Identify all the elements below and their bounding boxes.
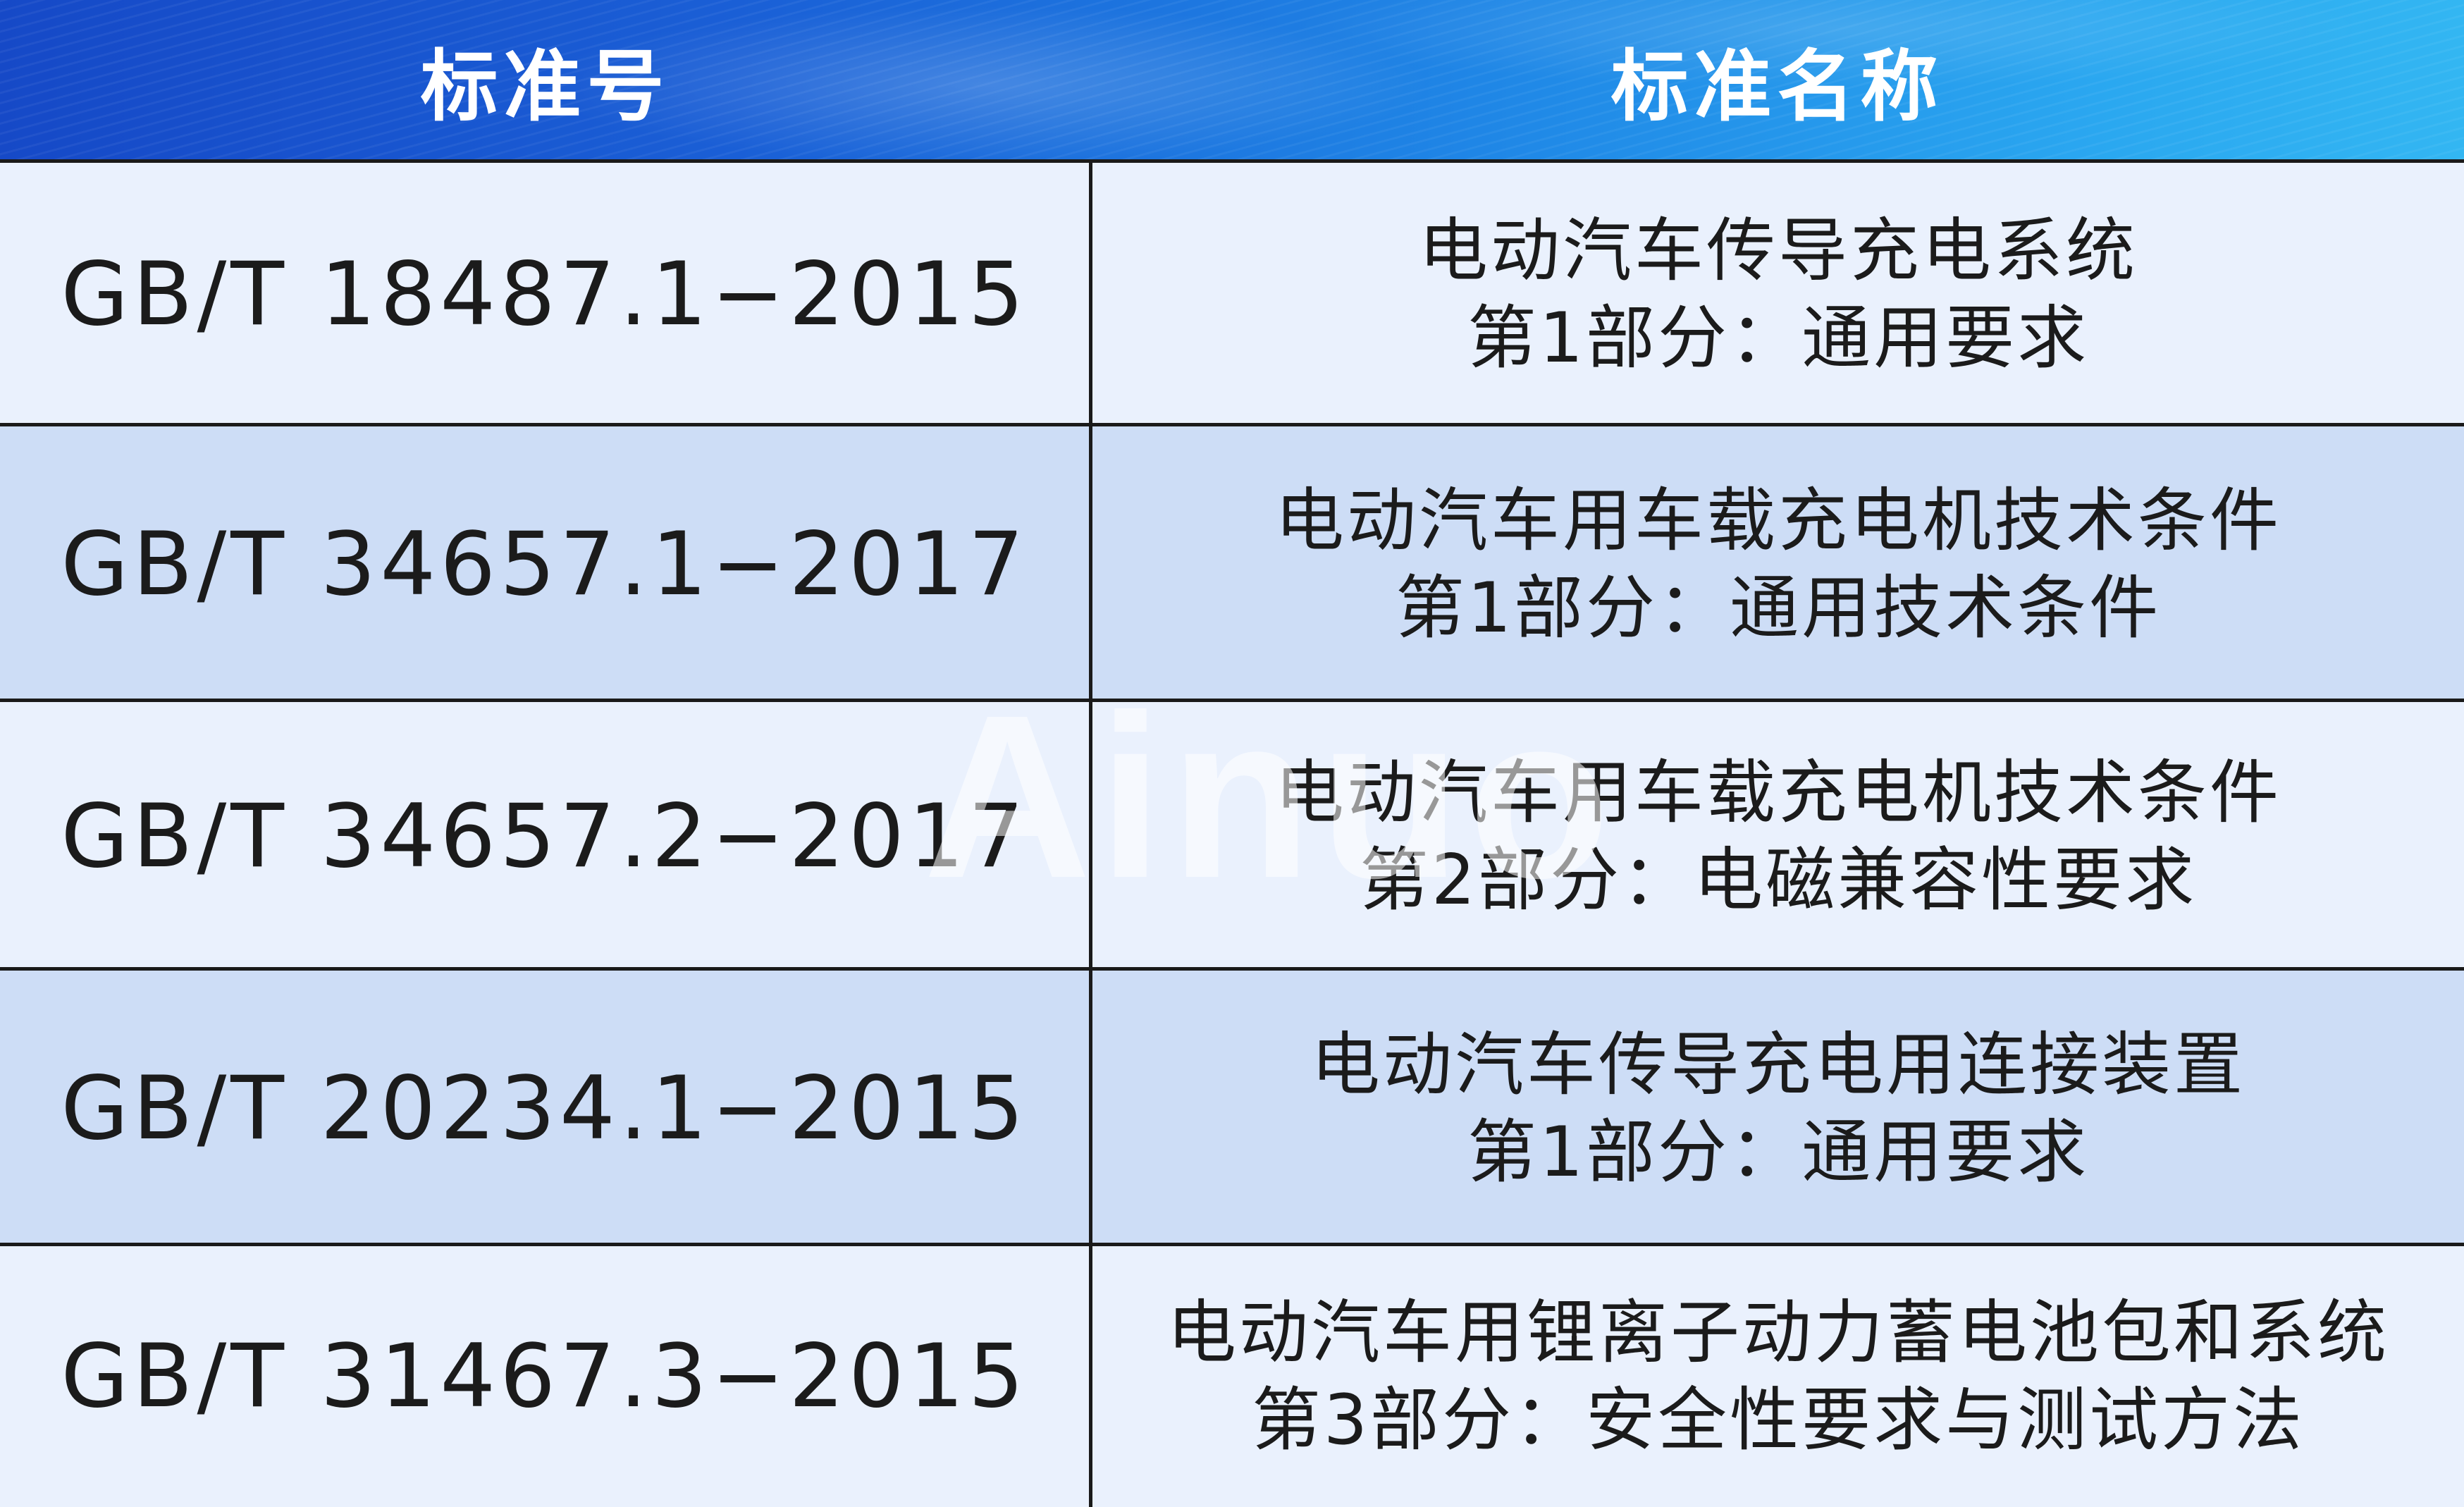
table-row: GB/T 34657.1−2017 电动汽车用车载充电机技术条件 第1部分：通用…	[0, 423, 2464, 702]
header-standard-name: 标准名称	[1610, 42, 1944, 132]
standard-code: GB/T 20234.1−2015	[61, 1057, 1028, 1160]
standard-code: GB/T 31467.3−2015	[61, 1326, 1028, 1427]
header-standard-number: 标准号	[420, 42, 670, 132]
standard-name-line1: 电动汽车传导充电系统	[1418, 211, 2138, 291]
standard-name-line2: 第1部分：通用技术条件	[1395, 567, 2162, 648]
standard-name-line2: 第2部分：电磁兼容性要求	[1359, 839, 2198, 921]
standard-name: 电动汽车用车载充电机技术条件 第2部分：电磁兼容性要求	[1092, 702, 2464, 971]
table-row: GB/T 20234.1−2015 电动汽车传导充电用连接装置 第1部分：通用要…	[0, 967, 2464, 1246]
standard-name-line2: 第1部分：通用要求	[1467, 298, 2090, 379]
standard-code: GB/T 34657.2−2017	[61, 785, 1028, 887]
standard-name-line1: 电动汽车用车载充电机技术条件	[1274, 480, 2281, 561]
standard-name: 电动汽车传导充电系统 第1部分：通用要求	[1092, 163, 2464, 426]
standard-name-line1: 电动汽车用锂离子动力蓄电池包和系统	[1166, 1293, 2389, 1373]
standard-name: 电动汽车用车载充电机技术条件 第1部分：通用技术条件	[1092, 426, 2464, 702]
standard-name-line2: 第3部分：安全性要求与测试方法	[1251, 1380, 2305, 1460]
standard-name: 电动汽车传导充电用连接装置 第1部分：通用要求	[1092, 971, 2464, 1246]
table-row: GB/T 34657.2−2017 电动汽车用车载充电机技术条件 第2部分：电磁…	[0, 699, 2464, 971]
standard-name-line1: 电动汽车传导充电用连接装置	[1310, 1024, 2246, 1105]
standard-name: 电动汽车用锂离子动力蓄电池包和系统 第3部分：安全性要求与测试方法	[1092, 1246, 2464, 1507]
table-header: 标准号 标准名称	[0, 0, 2464, 159]
table-row: GB/T 18487.1−2015 电动汽车传导充电系统 第1部分：通用要求	[0, 159, 2464, 426]
column-divider	[1089, 159, 1092, 1507]
standard-name-line1: 电动汽车用车载充电机技术条件	[1274, 752, 2281, 833]
standards-table: 标准号 标准名称 GB/T 18487.1−2015 电动汽车传导充电系统 第1…	[0, 0, 2464, 1507]
standard-name-line2: 第1部分：通用要求	[1467, 1112, 2090, 1193]
standard-code: GB/T 34657.1−2017	[61, 513, 1028, 615]
table-row: GB/T 31467.3−2015 电动汽车用锂离子动力蓄电池包和系统 第3部分…	[0, 1243, 2464, 1507]
standard-code: GB/T 18487.1−2015	[61, 244, 1028, 345]
